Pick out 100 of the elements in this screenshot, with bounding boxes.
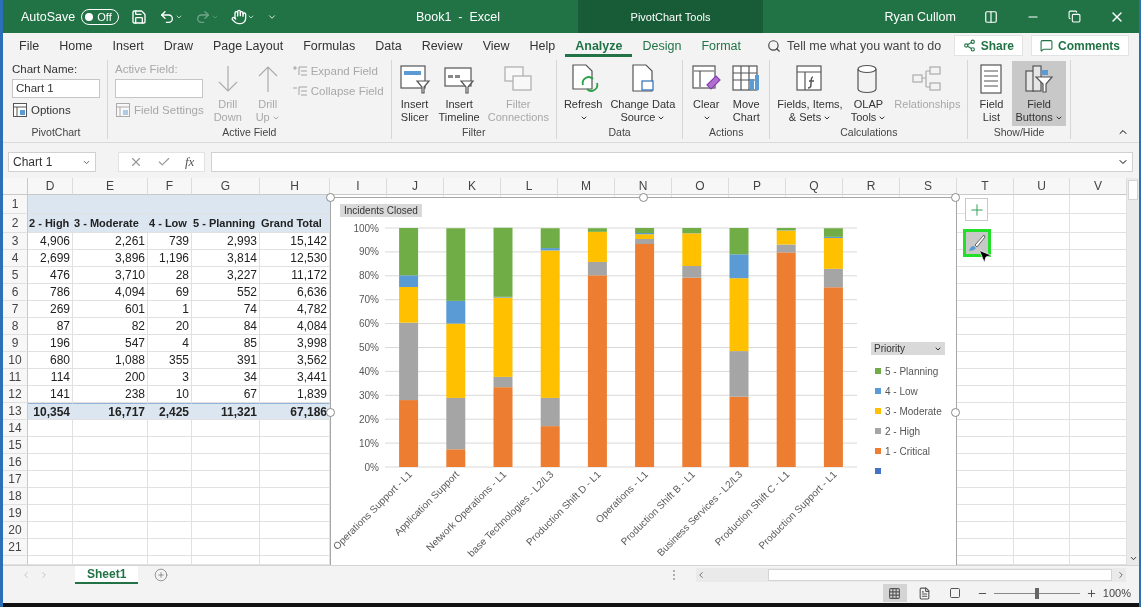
row-header[interactable]: 20 xyxy=(3,522,28,539)
column-header[interactable]: U xyxy=(1014,178,1070,195)
column-header[interactable]: V xyxy=(1070,178,1127,195)
zoom-level[interactable]: 100% xyxy=(1102,587,1131,599)
name-box[interactable]: Chart 1 xyxy=(8,152,96,172)
ribbon-tab[interactable]: Help xyxy=(519,39,566,57)
resize-handle[interactable] xyxy=(326,408,335,417)
zoom-in-icon[interactable] xyxy=(1085,587,1097,599)
scroll-right-icon[interactable] xyxy=(1116,569,1126,580)
next-sheet-icon[interactable] xyxy=(39,569,49,580)
row-header[interactable]: 14 xyxy=(3,420,28,437)
formula-input[interactable] xyxy=(211,152,1133,172)
cancel-icon[interactable] xyxy=(129,155,143,169)
column-header[interactable]: J xyxy=(387,178,444,195)
add-sheet-icon[interactable] xyxy=(154,567,169,582)
ribbon-tab[interactable]: Data xyxy=(365,39,412,57)
row-header[interactable]: 11 xyxy=(3,369,28,386)
row-header[interactable]: 1 xyxy=(3,195,28,214)
row-header[interactable]: 8 xyxy=(3,318,28,335)
ribbon-button[interactable]: OLAP Tools xyxy=(847,61,890,126)
row-header[interactable]: 6 xyxy=(3,284,28,301)
ribbon-tab[interactable]: File xyxy=(9,39,50,57)
tell-me-search[interactable]: Tell me what you want to do xyxy=(767,39,942,57)
ribbon-tab[interactable]: Analyze xyxy=(565,39,633,57)
column-header[interactable]: M xyxy=(558,178,615,195)
resize-handle[interactable] xyxy=(951,193,960,202)
resize-handle[interactable] xyxy=(639,193,648,202)
add-chart-element-button[interactable] xyxy=(965,198,988,221)
name-field[interactable]: Chart 1 xyxy=(12,79,100,98)
row-header[interactable]: 4 xyxy=(3,250,28,267)
restore-icon[interactable] xyxy=(1068,10,1081,23)
column-header[interactable]: F xyxy=(148,178,192,195)
row-header[interactable]: 13 xyxy=(3,403,28,420)
column-header[interactable]: H xyxy=(260,178,330,195)
share-button[interactable]: Share xyxy=(953,35,1023,56)
select-all-corner[interactable] xyxy=(3,178,28,195)
column-header[interactable]: N xyxy=(615,178,672,195)
column-header[interactable]: Q xyxy=(786,178,843,195)
sheet-tab[interactable]: Sheet1 xyxy=(75,565,139,584)
ribbon-tab[interactable]: Design xyxy=(632,39,692,57)
ribbon-button[interactable]: Insert Slicer xyxy=(395,61,434,126)
enter-icon[interactable] xyxy=(157,155,171,169)
row-header[interactable]: 10 xyxy=(3,352,28,369)
row-header[interactable]: 3 xyxy=(3,233,28,250)
row-header[interactable]: 17 xyxy=(3,471,28,488)
row-header[interactable]: 9 xyxy=(3,335,28,352)
undo-icon[interactable] xyxy=(158,8,183,25)
ribbon-tab[interactable]: Formulas xyxy=(293,39,366,57)
scroll-left-icon[interactable] xyxy=(696,569,706,580)
resize-handle[interactable] xyxy=(326,193,335,202)
previous-sheet-icon[interactable] xyxy=(21,569,31,580)
horizontal-scrollbar[interactable] xyxy=(696,567,1126,582)
column-header[interactable]: K xyxy=(444,178,501,195)
insert-function-button[interactable]: fx xyxy=(185,154,195,170)
ribbon-button[interactable]: Field Buttons xyxy=(1012,61,1066,126)
scroll-down-icon[interactable] xyxy=(1128,554,1138,563)
view-button[interactable] xyxy=(882,584,907,602)
save-icon[interactable] xyxy=(130,8,147,25)
row-header[interactable]: 18 xyxy=(3,488,28,505)
row-header[interactable]: 12 xyxy=(3,386,28,403)
row-header[interactable]: 21 xyxy=(3,539,28,556)
ribbon-button[interactable]: Change Data Source xyxy=(607,61,679,126)
ribbon-button[interactable]: Fields, Items, & Sets xyxy=(774,61,846,126)
column-header[interactable]: T xyxy=(957,178,1014,195)
ribbon-button[interactable]: Options xyxy=(12,102,100,118)
column-header[interactable]: E xyxy=(73,178,148,195)
ribbon-display-icon[interactable] xyxy=(984,9,998,24)
column-header[interactable]: L xyxy=(501,178,558,195)
field-button[interactable]: Incidents Closed xyxy=(340,204,422,217)
ribbon-tab[interactable]: Review xyxy=(411,39,473,57)
ribbon-button[interactable]: Field List xyxy=(972,61,1011,126)
scroll-thumb[interactable] xyxy=(1128,180,1138,200)
column-header[interactable]: P xyxy=(729,178,786,195)
row-header[interactable]: 16 xyxy=(3,454,28,471)
ribbon-tab[interactable]: Draw xyxy=(153,39,203,57)
touch-mode-icon[interactable] xyxy=(230,8,255,25)
comments-button[interactable]: Comments xyxy=(1031,35,1129,56)
row-header[interactable]: 5 xyxy=(3,267,28,284)
resize-handle[interactable] xyxy=(951,408,960,417)
legend-field-button[interactable]: Priority xyxy=(871,342,945,355)
ribbon-tab[interactable]: View xyxy=(472,39,520,57)
column-header[interactable]: D xyxy=(28,178,73,195)
zoom-slider-thumb[interactable] xyxy=(1034,587,1039,599)
row-header[interactable]: 2 xyxy=(3,214,28,233)
row-header[interactable]: 7 xyxy=(3,301,28,318)
row-header[interactable]: 19 xyxy=(3,505,28,522)
name-field[interactable] xyxy=(115,79,203,98)
column-header[interactable]: G xyxy=(192,178,260,195)
row-header[interactable]: 15 xyxy=(3,437,28,454)
ribbon-tab[interactable]: Insert xyxy=(102,39,154,57)
column-header[interactable]: S xyxy=(900,178,957,195)
ribbon-button[interactable]: Refresh xyxy=(560,61,606,126)
column-header[interactable]: R xyxy=(843,178,900,195)
ribbon-button[interactable]: Insert Timeline xyxy=(435,61,483,126)
ribbon-tab[interactable]: Format xyxy=(691,39,751,57)
column-header[interactable]: O xyxy=(672,178,729,195)
row-header[interactable] xyxy=(3,556,28,565)
column-header[interactable]: I xyxy=(330,178,387,195)
ribbon-button[interactable]: Move Chart xyxy=(727,61,766,126)
ribbon-button[interactable]: Clear xyxy=(687,61,726,126)
